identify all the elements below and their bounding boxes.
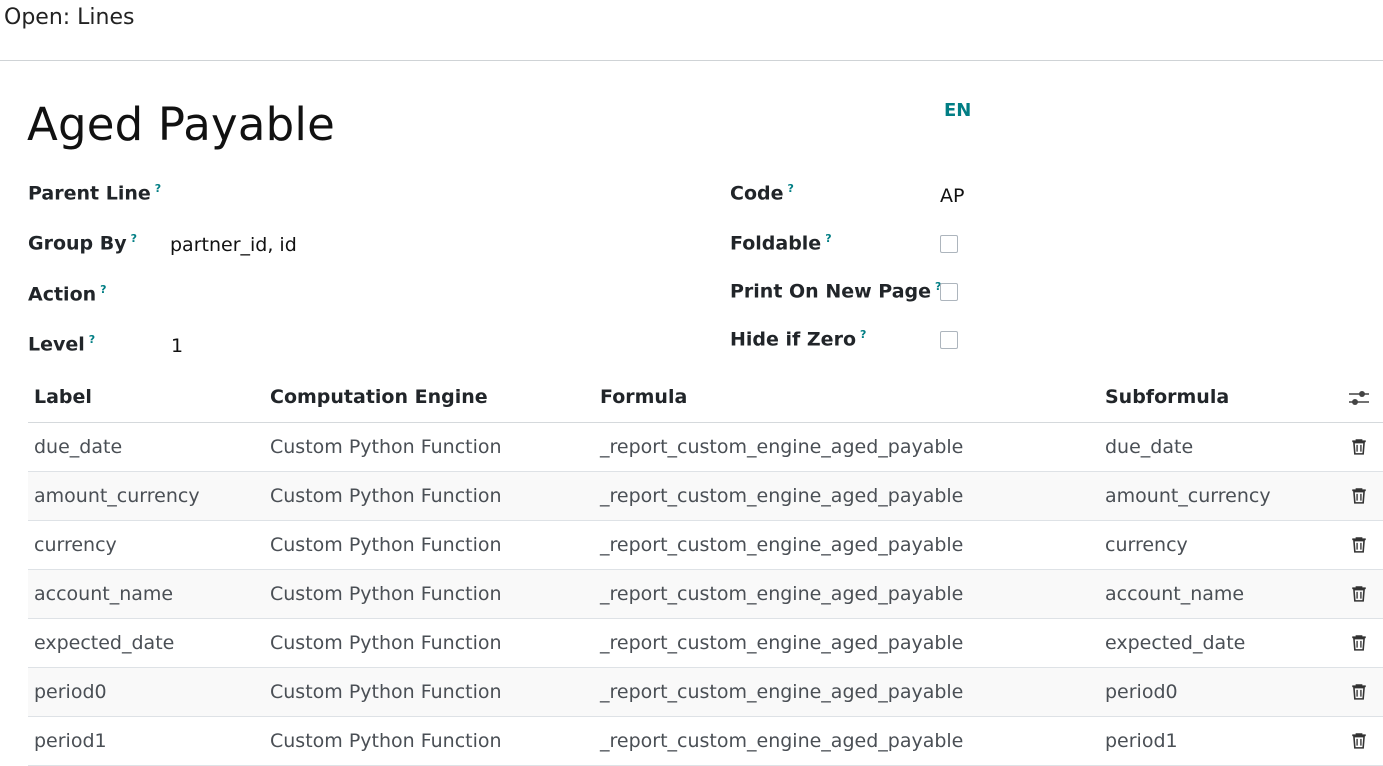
group-by-help-icon[interactable]: ? — [131, 232, 137, 245]
dialog-header: Open: Lines — [0, 0, 1383, 61]
hide-if-zero-help-icon[interactable]: ? — [860, 328, 866, 341]
level-label: Level? — [28, 333, 95, 355]
parent-line-help-icon[interactable]: ? — [155, 182, 161, 195]
cell-engine[interactable]: Custom Python Function — [270, 681, 502, 703]
foldable-label: Foldable? — [730, 232, 832, 254]
delete-row-trash-icon[interactable] — [1350, 535, 1368, 553]
cell-subformula[interactable]: period0 — [1105, 681, 1178, 703]
cell-formula[interactable]: _report_custom_engine_aged_payable — [600, 485, 963, 507]
delete-row-trash-icon[interactable] — [1350, 437, 1368, 455]
hide-if-zero-checkbox[interactable] — [940, 331, 958, 349]
record-name[interactable]: Aged Payable — [27, 98, 335, 151]
table-row[interactable]: amount_currency Custom Python Function _re… — [28, 472, 1383, 521]
cell-label[interactable]: period1 — [34, 730, 107, 752]
action-label-text: Action — [28, 283, 97, 306]
column-header-formula[interactable]: Formula — [600, 386, 687, 408]
print-on-new-page-checkbox[interactable] — [940, 283, 958, 301]
action-label: Action? — [28, 283, 107, 305]
column-header-subformula[interactable]: Subformula — [1105, 386, 1229, 408]
table-body: due_date Custom Python Function _report_cu… — [28, 423, 1383, 766]
cell-formula[interactable]: _report_custom_engine_aged_payable — [600, 534, 963, 556]
cell-subformula[interactable]: amount_currency — [1105, 485, 1271, 507]
cell-label[interactable]: currency — [34, 534, 117, 556]
print-on-new-page-label: Print On New Page? — [730, 280, 941, 302]
cell-label[interactable]: amount_currency — [34, 485, 200, 507]
foldable-help-icon[interactable]: ? — [825, 232, 831, 245]
cell-engine[interactable]: Custom Python Function — [270, 485, 502, 507]
table-row[interactable]: account_name Custom Python Function _repor… — [28, 570, 1383, 619]
language-button[interactable]: EN — [944, 100, 971, 121]
code-field[interactable]: AP — [940, 185, 964, 207]
delete-row-trash-icon[interactable] — [1350, 486, 1368, 504]
cell-formula[interactable]: _report_custom_engine_aged_payable — [600, 632, 963, 654]
cell-engine[interactable]: Custom Python Function — [270, 534, 502, 556]
column-header-engine[interactable]: Computation Engine — [270, 386, 488, 408]
expressions-table: Label Computation Engine Formula Subform… — [28, 374, 1383, 766]
cell-subformula[interactable]: due_date — [1105, 436, 1193, 458]
dialog-title: Open: Lines — [4, 5, 135, 30]
cell-label[interactable]: period0 — [34, 681, 107, 703]
cell-formula[interactable]: _report_custom_engine_aged_payable — [600, 681, 963, 703]
cell-label[interactable]: account_name — [34, 583, 173, 605]
code-label-text: Code — [730, 182, 784, 205]
optional-columns-sliders-icon[interactable] — [1348, 388, 1370, 408]
group-by-label-text: Group By — [28, 232, 127, 255]
cell-subformula[interactable]: currency — [1105, 534, 1188, 556]
cell-subformula[interactable]: account_name — [1105, 583, 1244, 605]
delete-row-trash-icon[interactable] — [1350, 633, 1368, 651]
table-row[interactable]: period1 Custom Python Function _report_cus… — [28, 717, 1383, 766]
delete-row-trash-icon[interactable] — [1350, 584, 1368, 602]
cell-engine[interactable]: Custom Python Function — [270, 583, 502, 605]
hide-if-zero-label-text: Hide if Zero — [730, 328, 856, 351]
parent-line-label-text: Parent Line — [28, 182, 151, 205]
cell-formula[interactable]: _report_custom_engine_aged_payable — [600, 583, 963, 605]
cell-engine[interactable]: Custom Python Function — [270, 632, 502, 654]
parent-line-label: Parent Line? — [28, 182, 161, 204]
table-row[interactable]: due_date Custom Python Function _report_cu… — [28, 423, 1383, 472]
group-by-field[interactable]: partner_id, id — [170, 234, 297, 256]
print-on-new-page-label-text: Print On New Page — [730, 280, 932, 303]
code-help-icon[interactable]: ? — [787, 182, 793, 195]
group-by-label: Group By? — [28, 232, 137, 254]
cell-formula[interactable]: _report_custom_engine_aged_payable — [600, 730, 963, 752]
foldable-checkbox[interactable] — [940, 235, 958, 253]
table-row[interactable]: expected_date Custom Python Function _repo… — [28, 619, 1383, 668]
cell-engine[interactable]: Custom Python Function — [270, 436, 502, 458]
delete-row-trash-icon[interactable] — [1350, 731, 1368, 749]
cell-subformula[interactable]: period1 — [1105, 730, 1178, 752]
table-header: Label Computation Engine Formula Subform… — [28, 374, 1383, 423]
level-field[interactable]: 1 — [171, 335, 183, 357]
table-row[interactable]: currency Custom Python Function _report_cu… — [28, 521, 1383, 570]
hide-if-zero-label: Hide if Zero? — [730, 328, 866, 350]
cell-label[interactable]: due_date — [34, 436, 122, 458]
delete-row-trash-icon[interactable] — [1350, 682, 1368, 700]
code-label: Code? — [730, 182, 794, 204]
cell-subformula[interactable]: expected_date — [1105, 632, 1245, 654]
cell-formula[interactable]: _report_custom_engine_aged_payable — [600, 436, 963, 458]
action-help-icon[interactable]: ? — [100, 283, 106, 296]
foldable-label-text: Foldable — [730, 232, 822, 255]
cell-label[interactable]: expected_date — [34, 632, 174, 654]
level-label-text: Level — [28, 333, 85, 356]
table-row[interactable]: period0 Custom Python Function _report_cus… — [28, 668, 1383, 717]
cell-engine[interactable]: Custom Python Function — [270, 730, 502, 752]
level-help-icon[interactable]: ? — [89, 333, 95, 346]
column-header-label[interactable]: Label — [34, 386, 92, 408]
